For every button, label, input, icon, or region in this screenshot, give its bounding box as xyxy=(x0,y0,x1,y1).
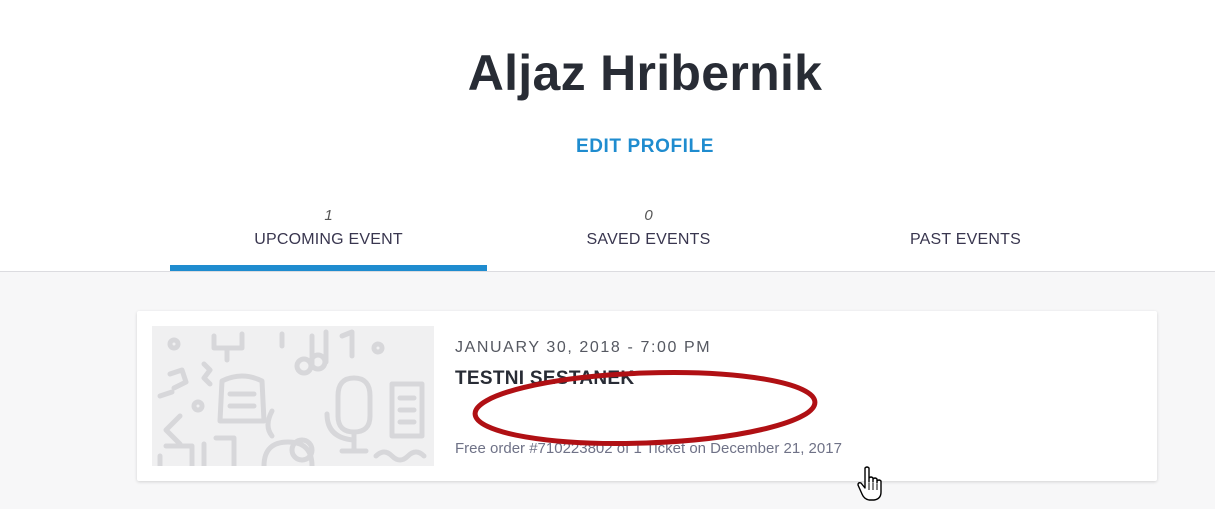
tab-saved-events[interactable]: 0 SAVED EVENTS xyxy=(490,205,807,273)
event-title[interactable]: TESTNI SESTANEK xyxy=(455,368,634,390)
tab-past-events[interactable]: PAST EVENTS xyxy=(807,205,1124,273)
tab-count: 1 xyxy=(324,207,333,224)
profile-name: Aljaz Hribernik xyxy=(467,45,823,101)
event-card[interactable]: JANUARY 30, 2018 - 7:00 PM TESTNI SESTAN… xyxy=(137,311,1157,481)
tab-label: PAST EVENTS xyxy=(910,231,1021,248)
event-date: JANUARY 30, 2018 - 7:00 PM xyxy=(455,339,712,356)
doodle-pattern-icon xyxy=(152,326,434,466)
event-order-info: Free order #710223802 of 1 Ticket on Dec… xyxy=(455,440,842,457)
tab-count: 0 xyxy=(644,207,653,224)
tab-upcoming-events[interactable]: 1 UPCOMING EVENT xyxy=(170,205,487,273)
tab-label: UPCOMING EVENT xyxy=(254,231,403,248)
edit-profile-link[interactable]: EDIT PROFILE xyxy=(0,136,1215,158)
tab-count xyxy=(807,205,1124,227)
tab-label: SAVED EVENTS xyxy=(586,231,711,248)
tabs-bar: 1 UPCOMING EVENT 0 SAVED EVENTS PAST EVE… xyxy=(0,205,1215,273)
